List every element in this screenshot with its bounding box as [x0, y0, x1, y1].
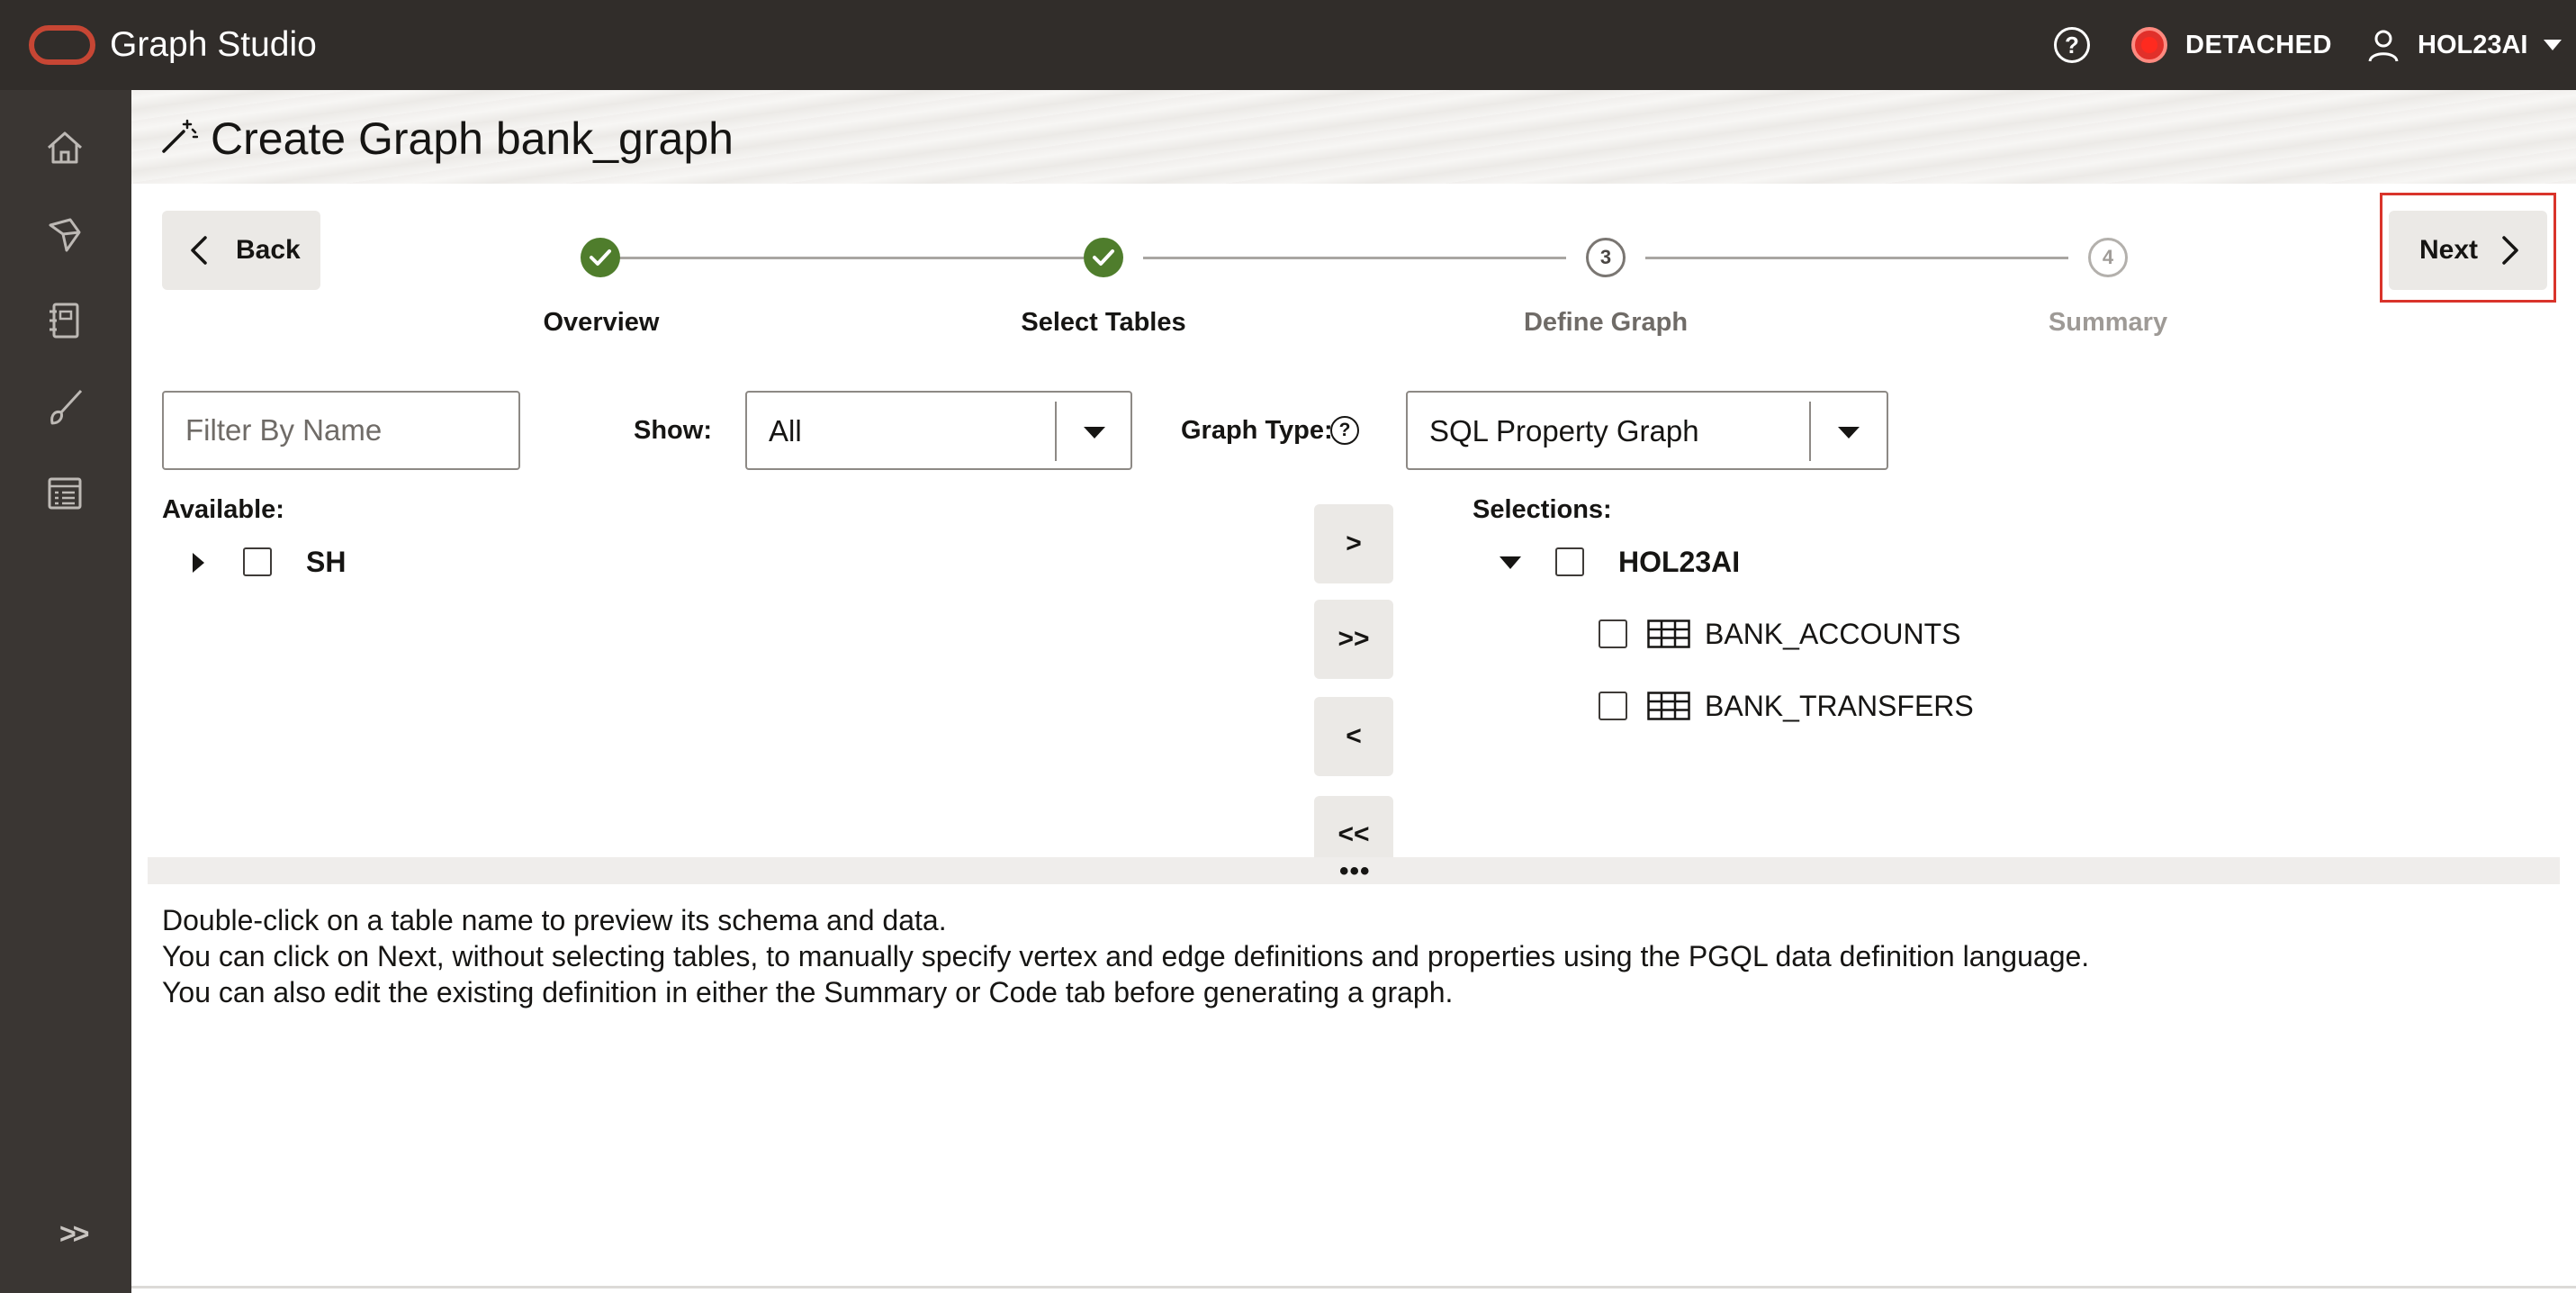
- show-label: Show:: [634, 416, 712, 445]
- graph-type-value: SQL Property Graph: [1429, 414, 1699, 448]
- table-checkbox[interactable]: [1599, 619, 1627, 648]
- chevron-down-icon[interactable]: [2544, 40, 2562, 50]
- user-menu[interactable]: HOL23AI: [2418, 27, 2527, 63]
- step-connector: [619, 257, 1084, 259]
- step-summary-number[interactable]: 4: [2088, 238, 2128, 277]
- info-text-line: Double-click on a table name to preview …: [162, 904, 947, 936]
- next-button[interactable]: Next: [2389, 211, 2547, 290]
- top-bar: Graph Studio ? DETACHED HOL23AI: [0, 0, 2576, 90]
- page-title: Create Graph bank_graph: [211, 113, 734, 164]
- expand-sidebar-button[interactable]: >>: [59, 1217, 89, 1251]
- graph-type-label: Graph Type:: [1181, 416, 1333, 445]
- expand-triangle-icon[interactable]: [193, 553, 204, 573]
- table-checkbox[interactable]: [1599, 692, 1627, 720]
- sidebar: [0, 90, 131, 1293]
- app-title: Graph Studio: [110, 25, 317, 64]
- splitter-handle[interactable]: •••: [1339, 858, 1371, 885]
- available-label: Available:: [162, 495, 284, 524]
- step-define-graph-number[interactable]: 3: [1586, 238, 1626, 277]
- move-all-left-button[interactable]: <<: [1314, 796, 1393, 857]
- select-divider: [1809, 402, 1811, 461]
- connection-status: DETACHED: [2185, 31, 2332, 59]
- notebook-icon[interactable]: [43, 299, 86, 342]
- selection-schema-hol23ai[interactable]: HOL23AI: [1618, 544, 1740, 580]
- home-icon[interactable]: [43, 126, 86, 169]
- chevron-left-icon: [191, 236, 207, 265]
- user-icon[interactable]: [2365, 27, 2401, 63]
- schema-checkbox[interactable]: [1555, 547, 1584, 576]
- chevron-right-icon: [2502, 236, 2518, 265]
- back-label: Back: [236, 235, 301, 265]
- step-overview-label[interactable]: Overview: [466, 306, 736, 339]
- oracle-logo-icon: [29, 25, 95, 65]
- step-connector: [1645, 257, 2068, 259]
- step-select-tables-check-icon[interactable]: [1084, 238, 1123, 277]
- jobs-icon[interactable]: [43, 472, 86, 515]
- available-item-sh[interactable]: SH: [306, 544, 346, 580]
- step-connector: [1143, 257, 1566, 259]
- filter-by-name-input[interactable]: [162, 391, 520, 470]
- table-icon: [1647, 619, 1690, 648]
- graph-type-help-icon[interactable]: ?: [1330, 416, 1359, 445]
- step-define-graph-label[interactable]: Define Graph: [1471, 306, 1741, 339]
- move-selected-left-button[interactable]: <: [1314, 697, 1393, 776]
- step-overview-check-icon[interactable]: [581, 238, 620, 277]
- graph-model-icon[interactable]: [43, 212, 86, 256]
- brush-icon[interactable]: [43, 385, 86, 429]
- select-divider: [1055, 402, 1057, 461]
- next-label: Next: [2419, 235, 2479, 265]
- info-text-line: You can also edit the existing definitio…: [162, 976, 1454, 1008]
- status-indicator-icon: [2131, 27, 2167, 63]
- caret-down-icon[interactable]: [1838, 427, 1860, 439]
- selections-label: Selections:: [1473, 495, 1612, 524]
- table-icon: [1647, 692, 1690, 720]
- selection-table-bank-transfers[interactable]: BANK_TRANSFERS: [1705, 688, 1974, 724]
- available-item-checkbox[interactable]: [243, 547, 272, 576]
- magic-wand-icon: [162, 119, 198, 153]
- help-icon[interactable]: ?: [2054, 27, 2090, 63]
- back-button[interactable]: Back: [162, 211, 320, 290]
- step-select-tables-label[interactable]: Select Tables: [968, 306, 1238, 339]
- graph-type-select[interactable]: SQL Property Graph: [1406, 391, 1888, 470]
- show-select[interactable]: All: [745, 391, 1132, 470]
- caret-down-icon[interactable]: [1084, 427, 1105, 439]
- collapse-triangle-icon[interactable]: [1500, 556, 1521, 569]
- move-all-right-button[interactable]: >>: [1314, 600, 1393, 679]
- bottom-divider: [131, 1286, 2576, 1288]
- step-summary-label[interactable]: Summary: [1973, 306, 2243, 339]
- selection-table-bank-accounts[interactable]: BANK_ACCOUNTS: [1705, 616, 1961, 652]
- show-select-value: All: [769, 414, 802, 448]
- move-selected-right-button[interactable]: >: [1314, 504, 1393, 583]
- info-text-line: You can click on Next, without selecting…: [162, 940, 2090, 972]
